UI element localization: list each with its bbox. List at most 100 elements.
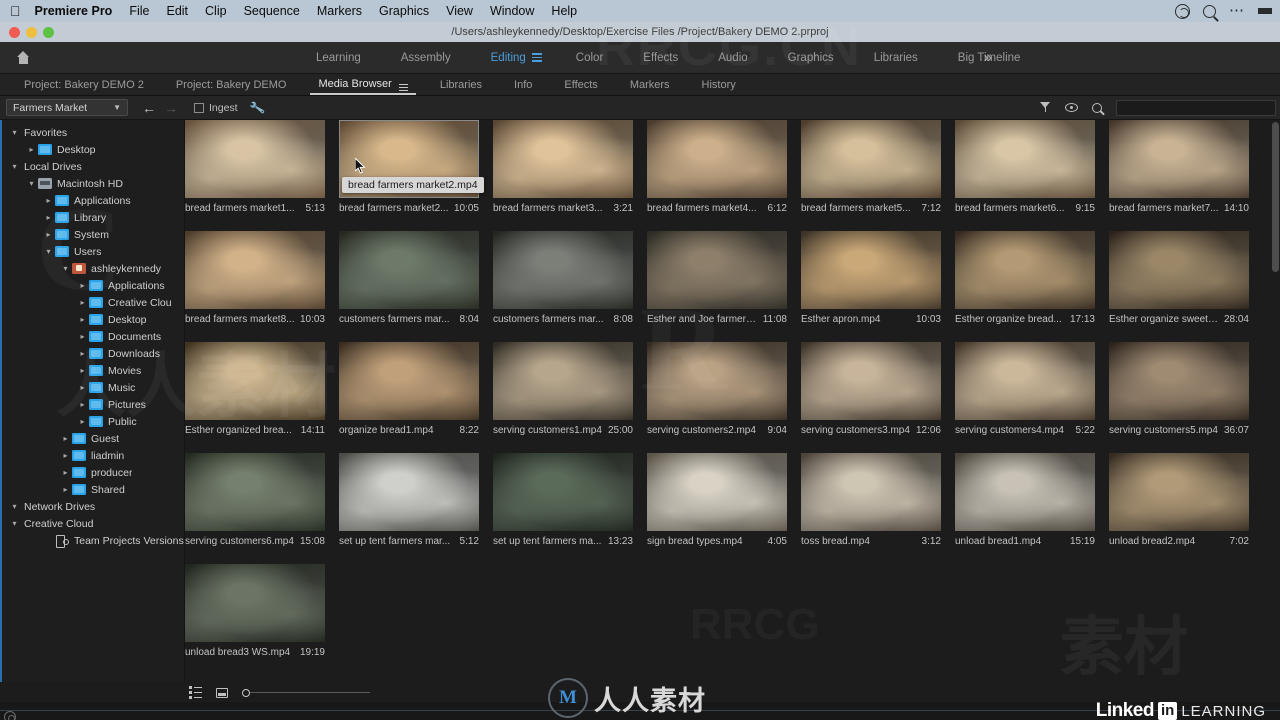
- chevron-right-icon[interactable]: [59, 451, 72, 460]
- window-controls[interactable]: [0, 26, 54, 38]
- tab-history[interactable]: History: [686, 79, 752, 95]
- eye-icon[interactable]: [1065, 103, 1078, 112]
- workspace-tab-color[interactable]: Color: [556, 52, 623, 64]
- media-item[interactable]: serving customers2.mp4 9:04: [647, 342, 787, 436]
- tree-item[interactable]: Downloads: [0, 345, 184, 362]
- chevron-down-icon[interactable]: [59, 264, 72, 273]
- chevron-right-icon[interactable]: [76, 383, 89, 392]
- workspace-tab-audio[interactable]: Audio: [698, 52, 767, 64]
- media-thumbnail[interactable]: [185, 453, 325, 531]
- slider-track[interactable]: [250, 691, 370, 694]
- chevron-right-icon[interactable]: [76, 332, 89, 341]
- tab-markers[interactable]: Markers: [614, 79, 686, 95]
- tree-item[interactable]: Library: [0, 209, 184, 226]
- thumbnail-size-slider[interactable]: [242, 688, 370, 697]
- chevron-down-icon[interactable]: [8, 162, 21, 171]
- search-input[interactable]: [1116, 99, 1276, 116]
- media-item[interactable]: customers farmers mar... 8:04: [339, 231, 479, 325]
- tab-libraries[interactable]: Libraries: [424, 79, 498, 95]
- spotlight-search-icon[interactable]: [1203, 4, 1216, 18]
- media-item[interactable]: Esther organized brea... 14:11: [185, 342, 325, 436]
- tree-item[interactable]: Public: [0, 413, 184, 430]
- media-thumbnail[interactable]: [339, 342, 479, 420]
- menu-help[interactable]: Help: [551, 4, 577, 18]
- chevron-right-icon[interactable]: [76, 281, 89, 290]
- media-thumbnail[interactable]: [801, 120, 941, 198]
- minimize-window-button[interactable]: [26, 26, 37, 38]
- media-item[interactable]: set up tent farmers mar... 5:12: [339, 453, 479, 547]
- list-view-icon[interactable]: [189, 686, 202, 699]
- creative-cloud-icon[interactable]: [1175, 3, 1190, 19]
- media-thumbnail[interactable]: [185, 342, 325, 420]
- media-item[interactable]: Esther and Joe farmers... 11:08: [647, 231, 787, 325]
- media-item[interactable]: Esther apron.mp4 10:03: [801, 231, 941, 325]
- notification-list-icon[interactable]: [1258, 8, 1272, 14]
- tree-item[interactable]: Creative Cloud: [0, 515, 184, 532]
- media-item[interactable]: bread farmers market7... 14:10: [1109, 120, 1249, 214]
- tree-item[interactable]: Local Drives: [0, 158, 184, 175]
- media-thumbnail[interactable]: [493, 453, 633, 531]
- chevron-right-icon[interactable]: [76, 366, 89, 375]
- filter-funnel-icon[interactable]: [1040, 102, 1051, 113]
- chevron-right-icon[interactable]: [76, 400, 89, 409]
- thumbnail-view-icon[interactable]: [216, 687, 228, 698]
- media-item[interactable]: organize bread1.mp4 8:22: [339, 342, 479, 436]
- scrollbar-thumb[interactable]: [1272, 122, 1279, 272]
- media-item[interactable]: customers farmers mar... 8:08: [493, 231, 633, 325]
- media-item[interactable]: unload bread2.mp4 7:02: [1109, 453, 1249, 547]
- menu-edit[interactable]: Edit: [166, 4, 188, 18]
- media-thumbnail[interactable]: [1109, 231, 1249, 309]
- media-thumbnail[interactable]: [801, 231, 941, 309]
- tree-item[interactable]: Network Drives: [0, 498, 184, 515]
- media-thumbnail[interactable]: [493, 342, 633, 420]
- tree-item[interactable]: producer: [0, 464, 184, 481]
- menu-graphics[interactable]: Graphics: [379, 4, 429, 18]
- workspace-tab-learning[interactable]: Learning: [296, 52, 381, 64]
- chevron-right-icon[interactable]: [76, 315, 89, 324]
- media-thumbnail[interactable]: [493, 231, 633, 309]
- media-thumbnail[interactable]: [955, 120, 1095, 198]
- workspace-menu-icon[interactable]: [531, 53, 542, 62]
- tree-item[interactable]: Movies: [0, 362, 184, 379]
- tree-item[interactable]: Pictures: [0, 396, 184, 413]
- tree-item[interactable]: Creative Clou: [0, 294, 184, 311]
- tree-item[interactable]: Applications: [0, 192, 184, 209]
- close-window-button[interactable]: [9, 26, 20, 38]
- media-thumbnail[interactable]: [1109, 342, 1249, 420]
- menu-window[interactable]: Window: [490, 4, 534, 18]
- home-button[interactable]: [0, 42, 46, 74]
- tree-item[interactable]: ashleykennedy: [0, 260, 184, 277]
- media-item[interactable]: bread farmers market8... 10:03: [185, 231, 325, 325]
- tree-item[interactable]: Applications: [0, 277, 184, 294]
- media-item[interactable]: unload bread1.mp4 15:19: [955, 453, 1095, 547]
- media-item[interactable]: Esther organize sweets... 28:04: [1109, 231, 1249, 325]
- tab-media-browser[interactable]: Media Browser: [302, 78, 423, 95]
- media-item[interactable]: toss bread.mp4 3:12: [801, 453, 941, 547]
- chevron-right-icon[interactable]: [42, 196, 55, 205]
- media-item[interactable]: serving customers6.mp4 15:08: [185, 453, 325, 547]
- media-thumbnail[interactable]: [339, 231, 479, 309]
- workspace-tab-libraries[interactable]: Libraries: [854, 52, 938, 64]
- media-item[interactable]: bread farmers market1... 5:13: [185, 120, 325, 214]
- media-thumbnail[interactable]: [801, 453, 941, 531]
- tree-item[interactable]: Macintosh HD: [0, 175, 184, 192]
- back-button[interactable]: ←: [142, 100, 156, 116]
- tree-item[interactable]: Favorites: [0, 124, 184, 141]
- chevron-down-icon[interactable]: [25, 179, 38, 188]
- chevron-down-icon[interactable]: [8, 128, 21, 137]
- tree-item[interactable]: Desktop: [0, 311, 184, 328]
- media-thumbnail[interactable]: [647, 342, 787, 420]
- media-thumbnail[interactable]: [955, 453, 1095, 531]
- search-icon[interactable]: [1092, 102, 1102, 113]
- media-item[interactable]: bread farmers market4... 6:12: [647, 120, 787, 214]
- workspace-overflow-icon[interactable]: »: [984, 49, 992, 66]
- media-item[interactable]: serving customers1.mp4 25:00: [493, 342, 633, 436]
- media-item[interactable]: set up tent farmers ma... 13:23: [493, 453, 633, 547]
- chevron-right-icon[interactable]: [76, 298, 89, 307]
- media-thumbnail[interactable]: [339, 453, 479, 531]
- media-item[interactable]: serving customers3.mp4 12:06: [801, 342, 941, 436]
- chevron-down-icon[interactable]: [8, 502, 21, 511]
- tree-item[interactable]: Guest: [0, 430, 184, 447]
- media-thumbnail[interactable]: [493, 120, 633, 198]
- tree-item[interactable]: liadmin: [0, 447, 184, 464]
